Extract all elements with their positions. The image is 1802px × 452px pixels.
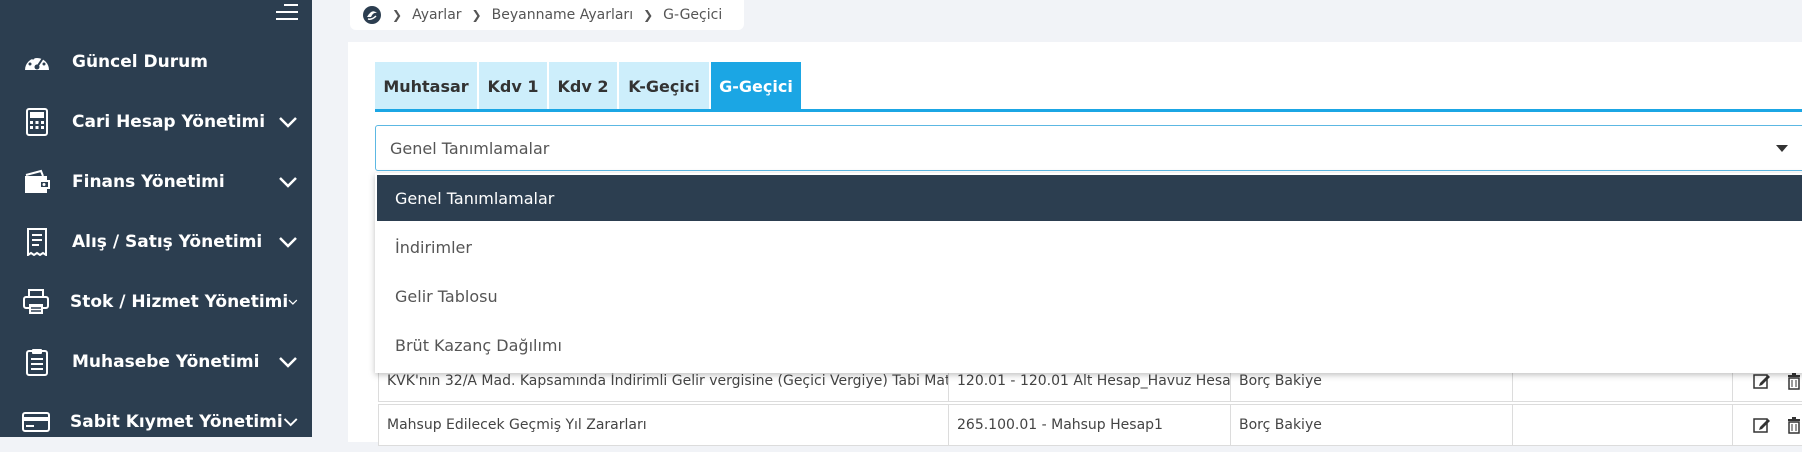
sidebar-item-finans[interactable]: Finans Yönetimi bbox=[0, 152, 312, 212]
trash-icon[interactable] bbox=[1785, 416, 1802, 434]
sidebar-item-stok-hizmet[interactable]: Stok / Hizmet Yönetimi bbox=[0, 272, 312, 332]
section-dropdown-menu: Genel Tanımlamalar İndirimler Gelir Tabl… bbox=[375, 173, 1802, 373]
chevron-down-icon bbox=[288, 299, 298, 305]
edit-icon[interactable] bbox=[1753, 416, 1771, 434]
tab-underline bbox=[375, 109, 1802, 112]
declaration-tabs: Muhtasar Kdv 1 Kdv 2 K-Geçici G-Geçici bbox=[375, 62, 803, 110]
row-description: Mahsup Edilecek Geçmiş Yıl Zararları bbox=[379, 405, 949, 445]
row-actions bbox=[1733, 405, 1802, 445]
sidebar-item-label: Muhasebe Yönetimi bbox=[72, 352, 260, 372]
credit-card-icon bbox=[22, 407, 50, 437]
sidebar-item-muhasebe[interactable]: Muhasebe Yönetimi bbox=[0, 332, 312, 392]
sidebar-item-label: Alış / Satış Yönetimi bbox=[72, 232, 263, 252]
sidebar-item-label: Cari Hesap Yönetimi bbox=[72, 112, 266, 132]
tab-muhtasar[interactable]: Muhtasar bbox=[375, 62, 477, 110]
sidebar-item-sabit-kiymet[interactable]: Sabit Kıymet Yönetimi bbox=[0, 392, 312, 452]
sidebar-item-label: Finans Yönetimi bbox=[72, 172, 225, 192]
chevron-down-icon bbox=[279, 237, 297, 248]
section-select-value: Genel Tanımlamalar bbox=[390, 138, 550, 158]
chevron-right-icon: ❯ bbox=[392, 8, 403, 22]
menu-toggle-icon[interactable] bbox=[276, 4, 298, 24]
option-gelir-tablosu[interactable]: Gelir Tablosu bbox=[375, 272, 1802, 321]
printer-icon bbox=[22, 287, 50, 317]
table-row: Mahsup Edilecek Geçmiş Yıl Zararları 265… bbox=[378, 404, 1802, 446]
receipt-icon bbox=[22, 227, 52, 257]
sidebar-item-cari-hesap[interactable]: Cari Hesap Yönetimi bbox=[0, 92, 312, 152]
chevron-down-icon bbox=[283, 418, 298, 427]
option-genel-tanimlamalar[interactable]: Genel Tanımlamalar bbox=[377, 175, 1802, 221]
sidebar-item-guncel-durum[interactable]: Güncel Durum bbox=[0, 32, 312, 92]
row-account: 265.100.01 - Mahsup Hesap1 bbox=[949, 405, 1231, 445]
sidebar-item-alis-satis[interactable]: Alış / Satış Yönetimi bbox=[0, 212, 312, 272]
breadcrumb-item-beyanname-ayarlari[interactable]: Beyanname Ayarları bbox=[492, 7, 633, 23]
chevron-right-icon: ❯ bbox=[643, 8, 654, 22]
breadcrumb-item-ayarlar[interactable]: Ayarlar bbox=[412, 7, 461, 23]
sidebar: Güncel Durum Cari Hesap Yönetimi Finans … bbox=[0, 0, 312, 437]
caret-down-icon bbox=[1776, 144, 1788, 152]
tab-kdv-1[interactable]: Kdv 1 bbox=[479, 62, 547, 110]
breadcrumb: ❯ Ayarlar ❯ Beyanname Ayarları ❯ G-Geçic… bbox=[350, 0, 744, 30]
sidebar-item-label: Güncel Durum bbox=[72, 52, 208, 72]
chevron-right-icon: ❯ bbox=[471, 8, 482, 22]
tab-kdv-2[interactable]: Kdv 2 bbox=[549, 62, 617, 110]
breadcrumb-item-current: G-Geçici bbox=[663, 7, 723, 23]
edit-icon[interactable] bbox=[1753, 372, 1771, 390]
chevron-down-icon bbox=[279, 357, 297, 368]
trash-icon[interactable] bbox=[1785, 372, 1802, 390]
row-extra bbox=[1513, 405, 1733, 445]
sidebar-item-label: Stok / Hizmet Yönetimi bbox=[70, 292, 289, 312]
option-brut-kazanc-dagilimi[interactable]: Brüt Kazanç Dağılımı bbox=[375, 321, 1802, 370]
clipboard-icon bbox=[22, 347, 52, 377]
dashboard-gauge-icon bbox=[22, 47, 52, 77]
section-select[interactable]: Genel Tanımlamalar bbox=[375, 125, 1802, 171]
chevron-down-icon bbox=[279, 117, 297, 128]
app-logo-icon[interactable] bbox=[362, 5, 382, 25]
row-balance-type: Borç Bakiye bbox=[1231, 405, 1513, 445]
sidebar-item-label: Sabit Kıymet Yönetimi bbox=[70, 412, 283, 432]
chevron-down-icon bbox=[279, 177, 297, 188]
tab-g-gecici[interactable]: G-Geçici bbox=[711, 62, 801, 110]
option-indirimler[interactable]: İndirimler bbox=[375, 223, 1802, 272]
calculator-icon bbox=[22, 107, 52, 137]
wallet-icon bbox=[22, 167, 52, 197]
tab-k-gecici[interactable]: K-Geçici bbox=[619, 62, 709, 110]
